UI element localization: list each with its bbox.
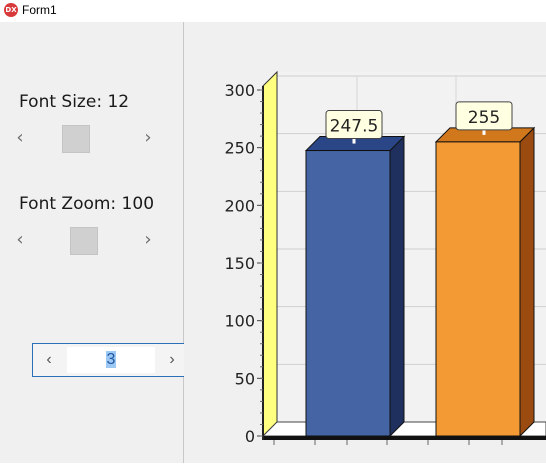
title-bar: DX Form1: [0, 0, 546, 22]
chart-area: 0 50 100 150 200 250 300 247.5 255: [184, 22, 546, 463]
left-panel: Font Size: 12 ‹ › Font Zoom: 100 ‹ ›: [0, 22, 184, 463]
spin-previous-arrow[interactable]: ‹: [41, 351, 57, 369]
font-zoom-increase-arrow[interactable]: ›: [140, 231, 156, 249]
font-size-label: Font Size: 12: [19, 92, 130, 112]
y-tick-label: 150: [224, 254, 255, 273]
y-tick-label: 250: [224, 139, 255, 158]
bar-side: [389, 135, 405, 438]
chart-floor-edge: [263, 436, 546, 440]
chart-side-wall: [262, 70, 278, 438]
font-size-increase-arrow[interactable]: ›: [140, 129, 156, 147]
y-tick-label: 300: [224, 81, 255, 100]
bar: [435, 141, 521, 437]
spin-value-text: 3: [105, 351, 117, 368]
bar: [305, 150, 391, 437]
data-label: 255: [468, 108, 500, 128]
y-tick-label: 200: [224, 196, 255, 215]
bar-side: [519, 126, 535, 438]
font-zoom-track-thumb[interactable]: [70, 227, 98, 255]
y-tick-label: 0: [245, 427, 255, 446]
y-tick-label: 100: [224, 312, 255, 331]
window-title: Form1: [22, 3, 57, 17]
font-zoom-label: Font Zoom: 100: [19, 194, 155, 214]
spin-next-arrow[interactable]: ›: [164, 351, 180, 369]
spin-value-field[interactable]: 3: [67, 347, 155, 373]
app-logo-icon: DX: [4, 3, 18, 17]
font-size-decrease-arrow[interactable]: ‹: [12, 129, 28, 147]
y-tick-label: 50: [235, 369, 255, 388]
spin-editor[interactable]: ‹ 3 ›: [32, 343, 190, 377]
font-zoom-decrease-arrow[interactable]: ‹: [12, 231, 28, 249]
font-size-track-thumb[interactable]: [62, 125, 90, 153]
bar-chart: 0 50 100 150 200 250 300 247.5 255: [224, 70, 546, 446]
data-label: 247.5: [330, 117, 379, 137]
